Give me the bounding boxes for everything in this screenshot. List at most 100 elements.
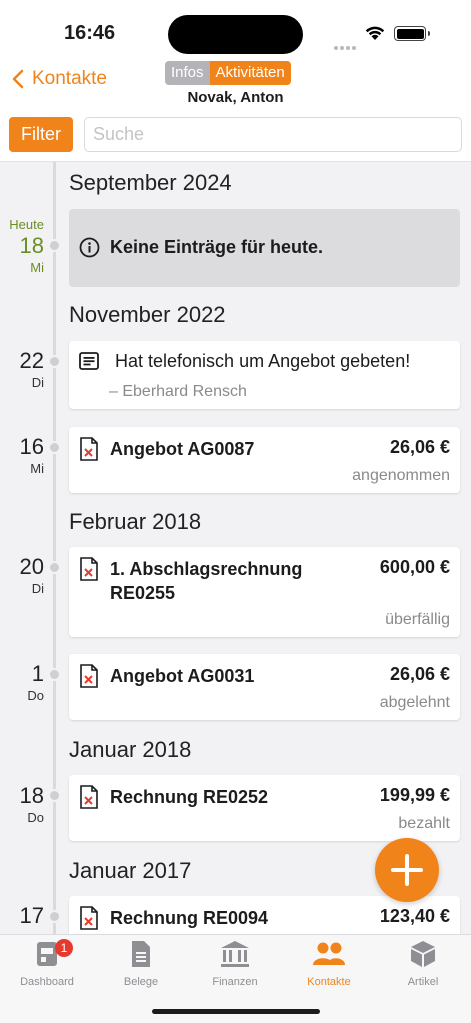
document-card[interactable]: Rechnung RE0252 199,99 € bezahlt xyxy=(69,775,460,841)
entry-date: 18 Do xyxy=(0,783,44,826)
month-header: Januar 2018 xyxy=(69,737,192,762)
timeline-line xyxy=(53,162,56,934)
tab-finanzen[interactable]: Finanzen xyxy=(188,939,282,988)
entry-date: 20 Di xyxy=(0,554,44,597)
document-card[interactable]: Rechnung RE0094 123,40 € xyxy=(69,896,460,934)
chevron-left-icon xyxy=(12,69,24,89)
today-label: Heute xyxy=(9,217,44,232)
back-button[interactable]: Kontakte xyxy=(12,68,107,90)
segmented-control: Infos Aktivitäten xyxy=(165,61,291,85)
month-header: November 2022 xyxy=(69,302,226,327)
note-icon xyxy=(79,352,99,370)
document-title: Angebot AG0031 xyxy=(110,666,255,686)
date-weekday: Di xyxy=(31,581,44,596)
document-amount: 123,40 € xyxy=(379,906,450,926)
battery-icon xyxy=(394,26,430,41)
date-weekday: Mi xyxy=(30,461,44,476)
bank-icon xyxy=(221,941,249,967)
tab-belege[interactable]: Belege xyxy=(94,939,188,988)
segment-aktivitaeten[interactable]: Aktivitäten xyxy=(209,61,291,85)
document-amount: 199,99 € xyxy=(379,785,450,805)
document-amount: 26,06 € xyxy=(389,664,450,684)
note-card[interactable]: Hat telefonisch um Angebot gebeten! – Eb… xyxy=(69,341,460,409)
status-time: 16:46 xyxy=(64,22,116,44)
note-author: – Eberhard Rensch xyxy=(109,383,247,400)
timeline-dot xyxy=(48,355,61,368)
tab-artikel[interactable]: Artikel xyxy=(376,939,470,988)
pdf-document-icon xyxy=(80,664,98,688)
date-day: 16 xyxy=(19,434,44,459)
signal-icon xyxy=(334,37,358,55)
tab-label: Artikel xyxy=(407,976,439,988)
today-date: Heute 18 Mi xyxy=(0,217,44,275)
date-day: 17 xyxy=(19,903,44,928)
entry-date: 17 xyxy=(0,904,44,928)
tab-label: Kontakte xyxy=(307,976,351,988)
date-weekday: Do xyxy=(27,810,44,825)
segment-infos[interactable]: Infos xyxy=(165,61,210,85)
document-title: Rechnung RE0094 xyxy=(110,908,269,928)
date-weekday: Mi xyxy=(30,260,44,275)
tab-dashboard[interactable]: 1 Dashboard xyxy=(0,939,94,988)
document-title: Rechnung RE0252 xyxy=(110,787,269,807)
timeline-dot xyxy=(48,561,61,574)
document-card[interactable]: Angebot AG0087 26,06 € angenommen xyxy=(69,427,460,493)
note-text: Hat telefonisch um Angebot gebeten! xyxy=(115,351,411,371)
month-header: Januar 2017 xyxy=(69,858,192,883)
navigation-bar: Kontakte Infos Aktivitäten Novak, Anton xyxy=(0,56,471,112)
filter-bar: Filter Suche xyxy=(0,112,471,162)
date-day: 1 xyxy=(31,661,44,686)
contacts-icon xyxy=(313,942,345,965)
tab-label: Belege xyxy=(123,976,159,988)
notification-badge: 1 xyxy=(55,939,73,957)
timeline-dot xyxy=(48,910,61,923)
tab-kontakte[interactable]: Kontakte xyxy=(282,939,376,988)
timeline-dot xyxy=(48,239,61,252)
timeline-dot xyxy=(48,441,61,454)
entry-date: 16 Mi xyxy=(0,434,44,477)
activity-timeline[interactable]: September 2024 Heute 18 Mi Keine Einträg… xyxy=(0,162,471,934)
date-day: 18 xyxy=(19,233,44,258)
document-status: bezahlt xyxy=(398,815,450,832)
document-icon xyxy=(132,941,150,967)
date-day: 20 xyxy=(19,554,44,579)
info-icon xyxy=(79,237,100,258)
tab-label: Dashboard xyxy=(20,976,74,988)
status-bar: 16:46 xyxy=(0,0,471,64)
document-status: abgelehnt xyxy=(379,694,450,711)
contact-name: Novak, Anton xyxy=(187,89,284,106)
month-header: September 2024 xyxy=(69,170,232,195)
entry-date: 22 Di xyxy=(0,348,44,391)
wifi-icon xyxy=(365,26,385,40)
date-day: 22 xyxy=(19,348,44,373)
document-amount: 600,00 € xyxy=(379,557,450,577)
back-label: Kontakte xyxy=(32,68,107,89)
document-card[interactable]: Angebot AG0031 26,06 € abgelehnt xyxy=(69,654,460,720)
document-amount: 26,06 € xyxy=(389,437,450,457)
document-title: 1. Abschlagsrechnung RE0255 xyxy=(110,559,303,603)
timeline-dot xyxy=(48,668,61,681)
document-title: Angebot AG0087 xyxy=(110,439,255,459)
pdf-document-icon xyxy=(80,785,98,809)
month-header: Februar 2018 xyxy=(69,509,202,534)
add-activity-button[interactable] xyxy=(375,838,439,902)
empty-today-card: Keine Einträge für heute. xyxy=(69,209,460,287)
document-status: überfällig xyxy=(385,611,450,628)
search-input[interactable]: Suche xyxy=(84,117,462,152)
box-icon xyxy=(411,941,435,967)
pdf-document-icon xyxy=(80,437,98,461)
home-indicator xyxy=(152,1009,320,1014)
tab-label: Finanzen xyxy=(212,976,258,988)
date-day: 18 xyxy=(19,783,44,808)
pdf-document-icon xyxy=(80,557,98,581)
empty-message: Keine Einträge für heute. xyxy=(110,237,324,257)
timeline-dot xyxy=(48,789,61,802)
pdf-document-icon xyxy=(80,906,98,930)
document-status: angenommen xyxy=(352,467,450,484)
document-card[interactable]: 1. Abschlagsrechnung RE0255 600,00 € übe… xyxy=(69,547,460,637)
date-weekday: Do xyxy=(27,688,44,703)
entry-date: 1 Do xyxy=(0,661,44,704)
filter-button[interactable]: Filter xyxy=(9,117,73,152)
date-weekday: Di xyxy=(31,375,44,390)
dynamic-island xyxy=(168,15,303,54)
